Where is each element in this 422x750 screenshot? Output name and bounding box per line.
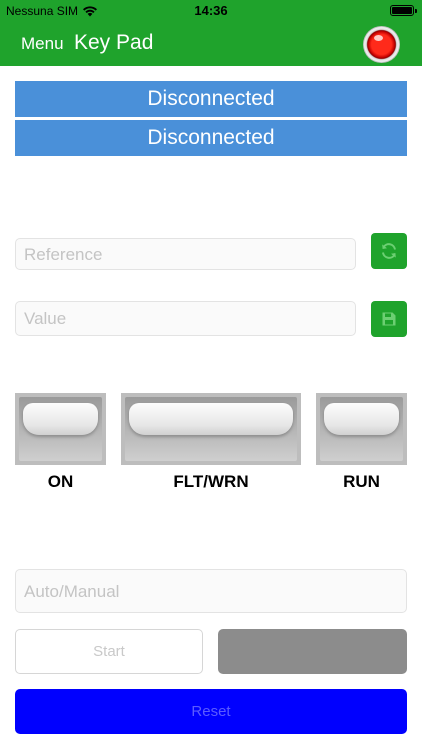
keypad-screen: Nessuna SIM 14:36 Menu Key Pad Disconnec… [0, 0, 422, 750]
run-indicator-lamp [316, 393, 407, 465]
auto-manual-input[interactable]: Auto/Manual [15, 569, 407, 613]
on-indicator-lamp [15, 393, 106, 465]
start-button[interactable]: Start [15, 629, 203, 674]
nav-bar: Menu Key Pad [0, 22, 422, 66]
refresh-icon [382, 243, 396, 259]
refresh-button[interactable] [371, 233, 407, 269]
reference-input[interactable]: Reference [15, 238, 356, 270]
on-indicator-label: ON [47, 472, 74, 491]
page-title: Key Pad [74, 31, 154, 54]
clock: 14:36 [194, 3, 228, 18]
connection-status-banner-2: Disconnected [15, 120, 407, 156]
connection-led-icon [363, 26, 400, 63]
run-indicator-label: RUN [343, 472, 380, 491]
value-input[interactable]: Value [15, 301, 356, 336]
stop-button[interactable] [218, 629, 407, 674]
reset-button[interactable]: Reset [15, 689, 407, 734]
connection-status-banner-1: Disconnected [15, 81, 407, 117]
flt-wrn-indicator-label: FLT/WRN [173, 472, 249, 491]
status-bar: Nessuna SIM 14:36 [0, 0, 422, 22]
battery-icon [390, 5, 417, 16]
save-icon [382, 312, 396, 326]
save-button[interactable] [371, 301, 407, 337]
menu-button[interactable]: Menu [21, 34, 64, 54]
flt-wrn-indicator-lamp [121, 393, 301, 465]
